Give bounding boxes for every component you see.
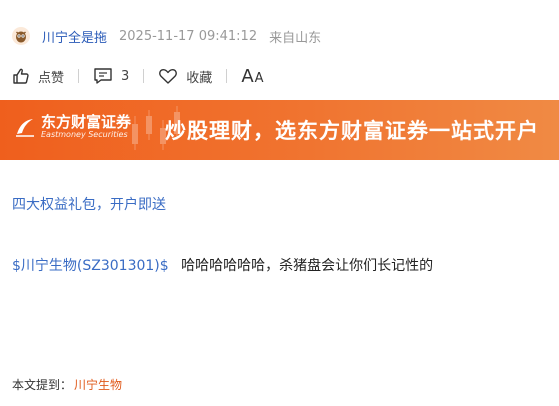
favorite-label: 收藏 bbox=[186, 70, 213, 86]
post-body: $川宁生物(SZ301301)$ 哈哈哈哈哈哈，杀猪盘会让你们长记性的 bbox=[12, 255, 433, 275]
heart-icon bbox=[159, 68, 178, 84]
brand-name-en: Eastmoney Securities bbox=[41, 130, 128, 139]
comment-icon bbox=[94, 68, 112, 84]
brand-name-cn: 东方财富证券 bbox=[41, 113, 132, 131]
comment-button[interactable]: 3 bbox=[93, 67, 129, 85]
thumbs-up-icon bbox=[13, 68, 29, 84]
favorite-button[interactable]: 收藏 bbox=[158, 67, 212, 86]
mentions-label: 本文提到： bbox=[12, 378, 73, 392]
eastmoney-logo-icon bbox=[16, 118, 34, 137]
font-size-small-glyph: A bbox=[254, 70, 264, 86]
divider bbox=[226, 69, 228, 83]
avatar[interactable] bbox=[12, 27, 30, 45]
like-label: 点赞 bbox=[38, 70, 65, 86]
post-location: 来自山东 bbox=[269, 30, 322, 46]
owl-icon bbox=[16, 31, 26, 43]
eastmoney-logo: 东方财富证券 Eastmoney Securities bbox=[14, 114, 131, 139]
like-button[interactable]: 点赞 bbox=[12, 67, 64, 86]
font-size-button[interactable]: A A bbox=[241, 66, 263, 87]
font-size-large-glyph: A bbox=[241, 65, 254, 87]
author-row: 川宁全是拖 2025-11-17 09:41:12 来自山东 bbox=[12, 24, 321, 48]
post-text: 哈哈哈哈哈哈，杀猪盘会让你们长记性的 bbox=[181, 258, 434, 274]
stock-tag-link[interactable]: $川宁生物(SZ301301)$ bbox=[12, 258, 169, 274]
post-time: 2025-11-17 09:41:12 bbox=[119, 28, 258, 44]
author-name[interactable]: 川宁全是拖 bbox=[42, 27, 107, 46]
action-bar: 点赞 3 收藏 A A bbox=[12, 64, 264, 88]
promo-link[interactable]: 四大权益礼包，开户即送 bbox=[12, 194, 166, 214]
mentions-row: 本文提到： 川宁生物 bbox=[12, 376, 122, 393]
divider bbox=[78, 69, 80, 83]
mentioned-stock-link[interactable]: 川宁生物 bbox=[74, 378, 122, 392]
banner-slogan: 炒股理财，选东方财富证券一站式开户 bbox=[165, 119, 539, 143]
comment-count: 3 bbox=[121, 68, 130, 84]
divider bbox=[143, 69, 145, 83]
ad-banner[interactable]: 东方财富证券 Eastmoney Securities 炒股理财，选东方财富证券… bbox=[0, 100, 559, 160]
